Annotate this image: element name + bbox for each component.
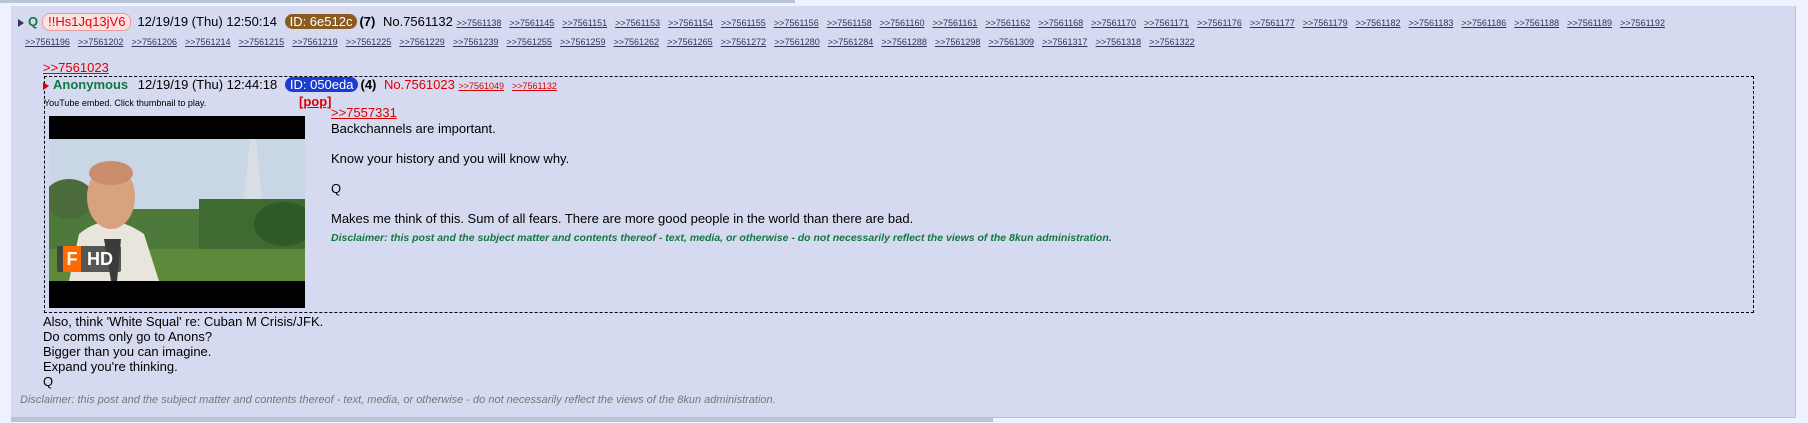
backlink[interactable]: >>7561160 bbox=[880, 18, 925, 28]
backlink[interactable]: >>7561229 bbox=[399, 37, 445, 47]
inline-body-line-3: Q bbox=[331, 181, 342, 196]
backlink[interactable]: >>7561162 bbox=[985, 18, 1030, 28]
reply-count: (7) bbox=[359, 14, 376, 29]
backlink[interactable]: >>7561262 bbox=[614, 37, 660, 47]
backlink[interactable]: >>7561317 bbox=[1042, 37, 1088, 47]
backlink[interactable]: >>7561284 bbox=[828, 37, 874, 47]
backlink[interactable]: >>7561309 bbox=[988, 37, 1034, 47]
backlink[interactable]: >>7561259 bbox=[560, 37, 606, 47]
backlink[interactable]: >>7561161 bbox=[932, 18, 977, 28]
backlink[interactable]: >>7561179 bbox=[1303, 18, 1348, 28]
backlink[interactable]: >>7561280 bbox=[774, 37, 820, 47]
inline-reply-count: (4) bbox=[360, 77, 377, 92]
inline-body-line-4: Makes me think of this. Sum of all fears… bbox=[331, 211, 914, 226]
collapse-arrow-icon[interactable] bbox=[43, 81, 49, 90]
backlink[interactable]: >>7561215 bbox=[239, 37, 285, 47]
backlink[interactable]: >>7561214 bbox=[185, 37, 231, 47]
body-line-3: Bigger than you can imagine. bbox=[43, 344, 212, 359]
backlink[interactable]: >>7561182 bbox=[1356, 18, 1401, 28]
backlink[interactable]: >>7561155 bbox=[721, 18, 766, 28]
inline-poster-id-badge[interactable]: ID: 050eda bbox=[284, 77, 359, 92]
inline-poster-name: Anonymous bbox=[53, 77, 129, 92]
poster-name: Q bbox=[28, 14, 39, 29]
youtube-embed-note: YouTube embed. Click thumbnail to play. bbox=[44, 98, 207, 108]
tripcode: !!Hs1Jq13jV6 bbox=[42, 13, 132, 31]
post-datetime: 12/19/19 (Thu) 12:50:14 bbox=[137, 14, 277, 29]
backlink[interactable]: >>7561288 bbox=[881, 37, 927, 47]
bottom-divider bbox=[11, 418, 993, 422]
backlink[interactable]: >>7561168 bbox=[1038, 18, 1083, 28]
youtube-thumbnail[interactable]: F HD bbox=[49, 116, 305, 308]
backlink[interactable]: >>7561183 bbox=[1409, 18, 1454, 28]
backlink[interactable]: >>7561202 bbox=[78, 37, 124, 47]
inline-body-line-2: Know your history and you will know why. bbox=[331, 151, 570, 166]
top-divider bbox=[0, 0, 795, 3]
post-header: Q !!Hs1Jq13jV6 12/19/19 (Thu) 12:50:14 ID:… bbox=[18, 13, 1673, 31]
body-line-1: Also, think 'White Squal' re: Cuban M Cr… bbox=[43, 314, 324, 329]
backlink[interactable]: >>7561225 bbox=[346, 37, 392, 47]
backlink[interactable]: >>7561170 bbox=[1091, 18, 1136, 28]
inline-quote-link[interactable]: >>7557331 bbox=[331, 105, 397, 120]
inline-post-datetime: 12/19/19 (Thu) 12:44:18 bbox=[137, 77, 278, 92]
backlink[interactable]: >>7561154 bbox=[668, 18, 713, 28]
backlink[interactable]: >>7561176 bbox=[1197, 18, 1242, 28]
backlink[interactable]: >>7561219 bbox=[292, 37, 338, 47]
backlink[interactable]: >>7561188 bbox=[1514, 18, 1559, 28]
backlink[interactable]: >>7561138 bbox=[456, 18, 501, 28]
backlink[interactable]: >>7561272 bbox=[721, 37, 767, 47]
backlink[interactable]: >>7561239 bbox=[453, 37, 499, 47]
body-line-5: Q bbox=[43, 374, 54, 389]
inline-disclaimer: Disclaimer: this post and the subject ma… bbox=[331, 232, 1112, 244]
backlink[interactable]: >>7561265 bbox=[667, 37, 713, 47]
inline-post-header: Anonymous 12/19/19 (Thu) 12:44:18 ID: 05… bbox=[43, 77, 565, 92]
quote-link[interactable]: >>7561023 bbox=[43, 60, 109, 75]
post-disclaimer: Disclaimer: this post and the subject ma… bbox=[20, 394, 776, 406]
hd-badge: F HD bbox=[57, 246, 121, 272]
backlink[interactable]: >>7561192 bbox=[1620, 18, 1665, 28]
backlink[interactable]: >>7561298 bbox=[935, 37, 981, 47]
backlink[interactable]: >>7561322 bbox=[1149, 37, 1195, 47]
inline-body-line-1: Backchannels are important. bbox=[331, 121, 496, 136]
backlink[interactable]: >>7561196 bbox=[25, 37, 70, 47]
backlink[interactable]: >>7561158 bbox=[827, 18, 872, 28]
backlink[interactable]: >>7561049 bbox=[458, 81, 504, 91]
backlink[interactable]: >>7561255 bbox=[506, 37, 552, 47]
poster-id-badge[interactable]: ID: 6e512c bbox=[284, 14, 358, 29]
backlinks-row-2: >>7561196 >>7561202 >>7561206 >>7561214 >>75… bbox=[25, 33, 1203, 48]
backlink[interactable]: >>7561145 bbox=[509, 18, 554, 28]
backlink[interactable]: >>7561151 bbox=[562, 18, 607, 28]
backlink[interactable]: >>7561186 bbox=[1461, 18, 1506, 28]
hd-label: HD bbox=[87, 249, 113, 269]
body-line-2: Do comms only go to Anons? bbox=[43, 329, 213, 344]
collapse-arrow-icon[interactable] bbox=[18, 18, 24, 27]
fandango-logo-icon: F bbox=[63, 246, 81, 272]
backlink[interactable]: >>7561318 bbox=[1096, 37, 1142, 47]
backlink[interactable]: >>7561171 bbox=[1144, 18, 1189, 28]
inline-backlinks: >>7561049 >>7561132 bbox=[458, 77, 564, 92]
backlink[interactable]: >>7561189 bbox=[1567, 18, 1612, 28]
pop-button[interactable]: [pop] bbox=[299, 94, 331, 109]
body-line-4: Expand you're thinking. bbox=[43, 359, 178, 374]
backlink[interactable]: >>7561206 bbox=[131, 37, 177, 47]
backlink[interactable]: >>7561153 bbox=[615, 18, 660, 28]
backlink[interactable]: >>7561177 bbox=[1250, 18, 1295, 28]
inline-post-number[interactable]: No.7561023 bbox=[384, 77, 455, 92]
backlinks-row-1: >>7561138 >>7561145 >>7561151 >>7561153 >>75… bbox=[456, 14, 1672, 29]
backlink[interactable]: >>7561132 bbox=[512, 81, 557, 91]
post-number[interactable]: No.7561132 bbox=[383, 14, 453, 29]
backlink[interactable]: >>7561156 bbox=[774, 18, 819, 28]
